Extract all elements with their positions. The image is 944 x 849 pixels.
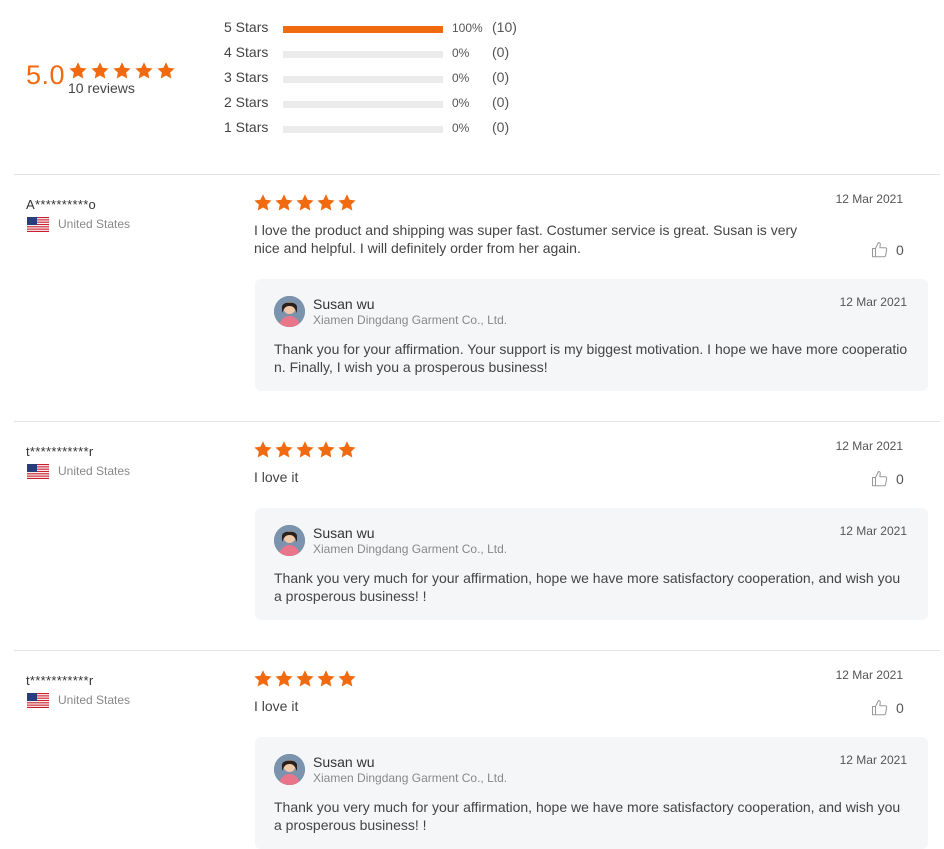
review-date: 12 Mar 2021 <box>835 439 903 453</box>
like-button[interactable]: 0 <box>871 470 911 490</box>
review-date: 12 Mar 2021 <box>835 192 903 206</box>
rating-bar-count: (10) <box>492 19 517 35</box>
rating-bar-track <box>283 126 443 133</box>
rating-bar-count: (0) <box>492 44 510 60</box>
reply-text: Thank you very much for your affirmation… <box>274 799 901 833</box>
like-count: 0 <box>896 242 904 258</box>
reply-date: 12 Mar 2021 <box>839 295 907 309</box>
star-icon <box>156 61 176 81</box>
star-icon <box>253 440 273 460</box>
star-icon <box>337 440 357 460</box>
star-icon <box>316 193 336 213</box>
rating-bar-track <box>283 76 443 83</box>
review-text: I love the product and shipping was supe… <box>254 222 798 256</box>
rating-bar-5[interactable]: 5 Stars 100% (10) <box>224 19 544 39</box>
star-icon <box>134 61 154 81</box>
like-count: 0 <box>896 700 904 716</box>
rating-bar-percent: 0% <box>452 96 470 110</box>
reply-date: 12 Mar 2021 <box>839 753 907 767</box>
seller-avatar <box>274 296 305 327</box>
rating-bar-percent: 0% <box>452 46 470 60</box>
average-rating: 5.0 <box>26 60 66 90</box>
star-icon <box>295 669 315 689</box>
rating-bar-percent: 0% <box>452 121 470 135</box>
like-button[interactable]: 0 <box>871 699 911 719</box>
rating-bar-track <box>283 26 443 33</box>
rating-bar-fill <box>283 26 443 33</box>
review-stars <box>253 193 357 213</box>
reply-text: Thank you very much for your affirmation… <box>274 570 901 604</box>
star-icon <box>274 669 294 689</box>
seller-avatar <box>274 525 305 556</box>
us-flag-icon <box>26 692 50 709</box>
star-icon <box>112 61 132 81</box>
like-button[interactable]: 0 <box>871 241 911 261</box>
star-icon <box>253 193 273 213</box>
divider <box>14 650 940 651</box>
star-icon <box>68 61 88 81</box>
reviewer-name: A**********o <box>26 197 97 212</box>
us-flag-icon <box>26 216 50 233</box>
rating-bar-label: 3 Stars <box>224 69 269 85</box>
star-icon <box>337 669 357 689</box>
divider <box>14 421 940 422</box>
rating-bar-4[interactable]: 4 Stars 0% (0) <box>224 44 544 64</box>
rating-bar-label: 2 Stars <box>224 94 269 110</box>
star-icon <box>337 193 357 213</box>
reviewer-country: United States <box>58 693 131 707</box>
rating-bar-count: (0) <box>492 69 510 85</box>
rating-bar-1[interactable]: 1 Stars 0% (0) <box>224 119 544 139</box>
star-icon <box>90 61 110 81</box>
seller-name: Susan wu <box>313 525 375 541</box>
rating-bar-label: 5 Stars <box>224 19 269 35</box>
review-text: I love it <box>254 698 299 714</box>
seller-company: Xiamen Dingdang Garment Co., Ltd. <box>313 771 508 785</box>
seller-name: Susan wu <box>313 296 375 312</box>
review-date: 12 Mar 2021 <box>835 668 903 682</box>
seller-reply: Susan wu Xiamen Dingdang Garment Co., Lt… <box>255 737 928 849</box>
rating-bar-3[interactable]: 3 Stars 0% (0) <box>224 69 544 89</box>
rating-summary: 5.0 10 reviews 5 Stars 100% (10) 4 Stars… <box>0 0 944 175</box>
review-stars <box>253 669 357 689</box>
like-count: 0 <box>896 471 904 487</box>
rating-bar-track <box>283 101 443 108</box>
star-icon <box>295 193 315 213</box>
us-flag-icon <box>26 463 50 480</box>
seller-reply: Susan wu Xiamen Dingdang Garment Co., Lt… <box>255 508 928 620</box>
rating-bar-2[interactable]: 2 Stars 0% (0) <box>224 94 544 114</box>
reply-date: 12 Mar 2021 <box>839 524 907 538</box>
seller-company: Xiamen Dingdang Garment Co., Ltd. <box>313 542 508 556</box>
rating-bar-count: (0) <box>492 94 510 110</box>
reply-text: Thank you for your affirmation. Your sup… <box>274 341 908 375</box>
seller-name: Susan wu <box>313 754 375 770</box>
seller-company: Xiamen Dingdang Garment Co., Ltd. <box>313 313 508 327</box>
review-text: I love it <box>254 469 299 485</box>
rating-bar-track <box>283 51 443 58</box>
reviewer-name: t***********r <box>26 673 94 688</box>
rating-bar-percent: 100% <box>452 21 483 35</box>
average-stars <box>68 61 176 81</box>
rating-bar-count: (0) <box>492 119 510 135</box>
star-icon <box>295 440 315 460</box>
seller-avatar <box>274 754 305 785</box>
rating-bar-label: 1 Stars <box>224 119 269 135</box>
reviewer-country: United States <box>58 217 131 231</box>
divider <box>14 174 940 175</box>
reviewer-country: United States <box>58 464 131 478</box>
rating-bar-percent: 0% <box>452 71 470 85</box>
seller-reply: Susan wu Xiamen Dingdang Garment Co., Lt… <box>255 279 928 391</box>
star-icon <box>274 193 294 213</box>
star-icon <box>274 440 294 460</box>
star-icon <box>316 440 336 460</box>
review-stars <box>253 440 357 460</box>
rating-bar-label: 4 Stars <box>224 44 269 60</box>
reviewer-name: t***********r <box>26 444 94 459</box>
star-icon <box>316 669 336 689</box>
star-icon <box>253 669 273 689</box>
review-count: 10 reviews <box>68 80 135 96</box>
